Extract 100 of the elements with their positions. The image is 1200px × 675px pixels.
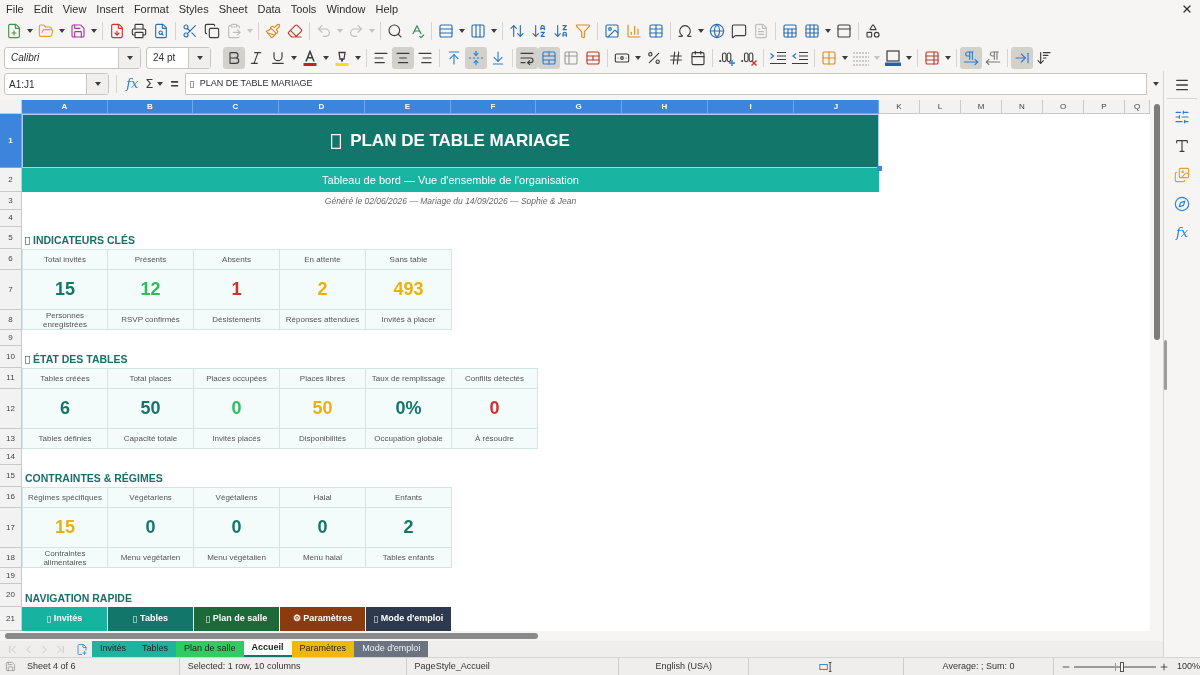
formula-input[interactable]: PLAN DE TABLE MARIAGE — [184, 73, 1148, 95]
sheet-tab[interactable]: Paramètres — [291, 641, 355, 657]
column-header[interactable]: C — [193, 100, 279, 114]
row-header[interactable]: 6 — [0, 249, 22, 270]
sheet-tab[interactable]: Accueil — [243, 641, 292, 657]
functions-button[interactable]: fx — [1171, 224, 1193, 242]
dropdown-caret-icon[interactable] — [635, 55, 641, 60]
dropdown-caret-icon[interactable] — [355, 55, 361, 60]
column-header[interactable]: E — [365, 100, 451, 114]
column-header[interactable]: M — [961, 100, 1002, 114]
column-header[interactable]: G — [536, 100, 622, 114]
menu-item[interactable]: Styles — [178, 2, 209, 16]
row-header[interactable]: 5 — [0, 227, 22, 249]
column-header[interactable]: P — [1084, 100, 1125, 114]
row-header[interactable]: 1 — [0, 114, 22, 168]
column-header[interactable]: L — [920, 100, 961, 114]
sheet-tab[interactable]: Mode d'emploi — [354, 641, 429, 657]
column-header[interactable]: D — [279, 100, 365, 114]
zoom-level[interactable]: 100% — [1176, 659, 1200, 674]
row-header[interactable]: 9 — [0, 330, 22, 346]
column-header[interactable]: F — [451, 100, 536, 114]
row-header[interactable]: 15 — [0, 465, 22, 487]
column-header[interactable]: J — [794, 100, 879, 114]
row-header[interactable]: 14 — [0, 449, 22, 465]
dropdown-caret-icon[interactable] — [291, 55, 297, 60]
menu-item[interactable]: Sheet — [218, 2, 248, 16]
row-header[interactable]: 12 — [0, 389, 22, 429]
dropdown-caret-icon[interactable] — [491, 29, 497, 33]
name-box[interactable]: A1:J1 — [4, 73, 110, 95]
navigation-button[interactable]: ⚙ Paramètres — [280, 607, 366, 631]
navigation-button[interactable]: Mode d'emploi — [366, 607, 452, 631]
menu-item[interactable]: Tools — [290, 2, 317, 16]
dropdown-caret-icon[interactable] — [1153, 82, 1159, 86]
vertical-scrollbar-thumb[interactable] — [1153, 104, 1160, 340]
column-header[interactable]: Q — [1125, 100, 1150, 114]
dropdown-caret-icon[interactable] — [156, 82, 163, 86]
row-header[interactable]: 20 — [0, 584, 22, 607]
sheet-tab[interactable]: Invités — [92, 641, 134, 657]
column-header[interactable]: I — [708, 100, 794, 114]
sheet-tab[interactable]: Tables — [134, 641, 177, 657]
zoom-in-button[interactable] — [1158, 661, 1169, 672]
menu-item[interactable]: File — [6, 2, 24, 16]
add-sheet-button[interactable] — [76, 642, 88, 656]
horizontal-scrollbar-thumb[interactable] — [5, 633, 538, 639]
row-header[interactable]: 2 — [0, 168, 22, 192]
row-header[interactable]: 11 — [0, 368, 22, 389]
menu-item[interactable]: Edit — [33, 2, 53, 16]
font-name-box[interactable]: Calibri — [4, 46, 141, 69]
menu-item[interactable]: Help — [375, 2, 399, 16]
row-header[interactable]: 4 — [0, 210, 22, 227]
formula-button[interactable]: = — [168, 73, 181, 95]
column-header[interactable]: O — [1043, 100, 1084, 114]
column-header[interactable]: K — [879, 100, 920, 114]
dropdown-caret-icon[interactable] — [91, 29, 97, 33]
menu-item[interactable]: View — [62, 2, 87, 16]
dropdown-caret-icon[interactable] — [94, 82, 101, 86]
align-middle-button[interactable] — [465, 46, 487, 69]
dropdown-caret-icon[interactable] — [27, 29, 33, 33]
bold-button[interactable] — [223, 46, 245, 69]
column-header[interactable]: H — [622, 100, 708, 114]
dropdown-caret-icon[interactable] — [698, 29, 704, 33]
column-header[interactable]: B — [108, 100, 193, 114]
dropdown-caret-icon[interactable] — [459, 29, 465, 33]
navigation-button[interactable]: Plan de salle — [194, 607, 280, 631]
language[interactable]: English (USA) — [655, 659, 713, 674]
sum-button[interactable]: Σ — [144, 74, 155, 94]
wrap-text-button[interactable] — [516, 46, 538, 69]
row-header[interactable]: 8 — [0, 310, 22, 330]
row-header[interactable]: 18 — [0, 548, 22, 568]
row-header[interactable]: 13 — [0, 429, 22, 449]
row-header[interactable]: 19 — [0, 568, 22, 584]
function-wizard-button[interactable]: fx — [124, 74, 141, 94]
dropdown-caret-icon[interactable] — [945, 55, 951, 60]
selection-handle[interactable] — [877, 166, 882, 171]
dropdown-caret-icon[interactable] — [842, 55, 848, 60]
menu-item[interactable]: Format — [133, 2, 169, 16]
row-header[interactable]: 10 — [0, 346, 22, 368]
sheet-tab[interactable]: Plan de salle — [176, 641, 244, 657]
left-to-right-button[interactable] — [960, 46, 982, 69]
row-header[interactable]: 3 — [0, 192, 22, 210]
dropdown-caret-icon[interactable] — [59, 29, 65, 33]
align-center-button[interactable] — [392, 46, 414, 69]
dropdown-caret-icon[interactable] — [825, 29, 831, 33]
column-header[interactable]: A — [22, 100, 108, 114]
font-size-box[interactable]: 24 pt — [146, 46, 211, 69]
row-header[interactable]: 16 — [0, 487, 22, 508]
dropdown-caret-icon[interactable] — [323, 55, 329, 60]
sidebar-collapse-handle[interactable] — [1164, 340, 1167, 390]
row-header[interactable]: 7 — [0, 270, 22, 310]
row-header[interactable]: 21 — [0, 607, 22, 631]
menu-item[interactable]: Window — [326, 2, 366, 16]
navigation-button[interactable]: Tables — [108, 607, 194, 631]
zoom-slider-thumb[interactable] — [1119, 661, 1124, 672]
dropdown-caret-icon[interactable] — [126, 55, 133, 60]
selection-mode-icon[interactable] — [819, 661, 834, 672]
row-header[interactable]: 17 — [0, 508, 22, 548]
column-header[interactable]: N — [1002, 100, 1043, 114]
menu-item[interactable]: Data — [257, 2, 281, 16]
dropdown-caret-icon[interactable] — [906, 55, 912, 60]
menu-item[interactable]: Insert — [96, 2, 124, 16]
